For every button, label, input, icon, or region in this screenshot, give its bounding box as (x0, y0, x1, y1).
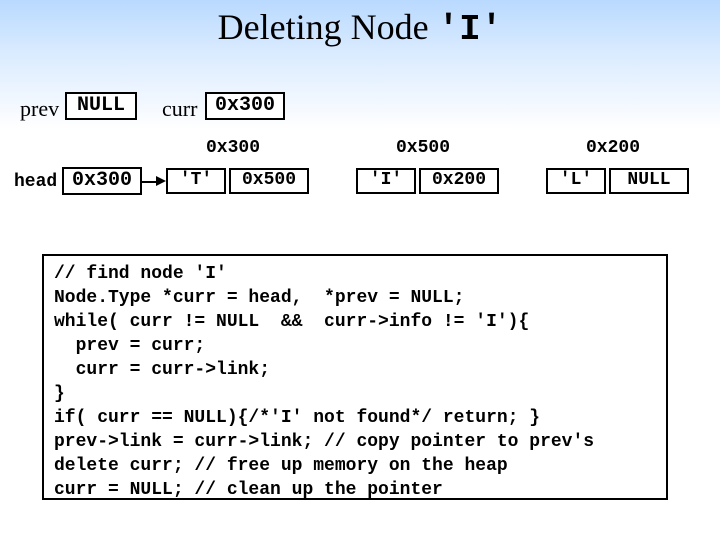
node-1-link: 0x200 (419, 168, 499, 194)
node-addr-0: 0x300 (163, 138, 303, 158)
title-text-mono: 'I' (438, 9, 503, 50)
node-0: 'T' 0x500 (166, 167, 307, 194)
node-2: 'L' NULL (546, 167, 687, 194)
title-text-serif: Deleting Node (218, 7, 438, 47)
node-2-link: NULL (609, 168, 689, 194)
code-block: // find node 'I' Node.Type *curr = head,… (42, 254, 668, 500)
node-2-info: 'L' (546, 168, 606, 194)
curr-value: 0x300 (215, 94, 275, 117)
head-arrow-head (156, 176, 166, 186)
prev-label: prev (20, 96, 59, 122)
node-addr-2: 0x200 (543, 138, 683, 158)
node-1: 'I' 0x200 (356, 167, 497, 194)
slide-title: Deleting Node 'I' (0, 6, 720, 50)
head-value: 0x300 (72, 169, 132, 192)
node-addr-1: 0x500 (353, 138, 493, 158)
head-box: 0x300 (62, 167, 142, 195)
node-0-link: 0x500 (229, 168, 309, 194)
node-0-info: 'T' (166, 168, 226, 194)
node-1-info: 'I' (356, 168, 416, 194)
prev-box: NULL (65, 92, 137, 120)
curr-box: 0x300 (205, 92, 285, 120)
head-label: head (14, 172, 57, 192)
prev-value: NULL (77, 94, 125, 117)
curr-label: curr (162, 96, 197, 122)
